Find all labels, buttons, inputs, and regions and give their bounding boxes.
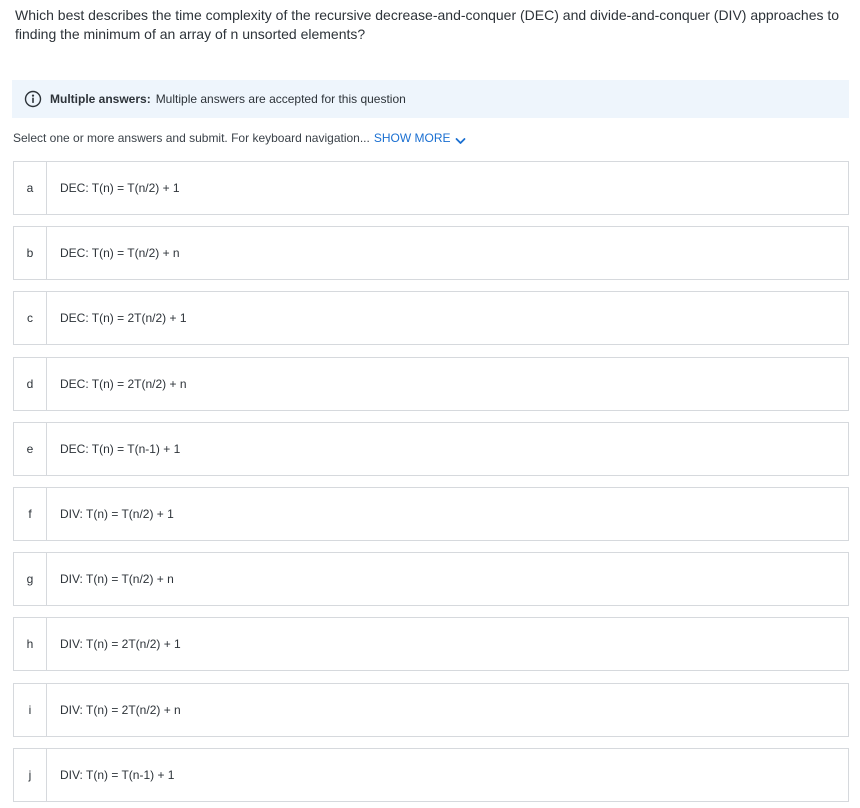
option-letter: e [14,423,47,475]
option-text: DEC: T(n) = T(n-1) + 1 [60,442,181,456]
instructions: Select one or more answers and submit. F… [13,131,466,145]
option-letter: j [14,749,47,801]
multiple-answers-notice: Multiple answers: Multiple answers are a… [12,80,849,118]
chevron-down-icon [455,134,466,144]
option-letter: g [14,553,47,605]
option-text: DIV: T(n) = T(n/2) + 1 [60,507,174,521]
notice-text: Multiple answers are accepted for this q… [155,92,406,106]
answer-option-h[interactable]: h DIV: T(n) = 2T(n/2) + 1 [13,617,849,671]
instructions-text: Select one or more answers and submit. F… [13,131,370,145]
question-text: Which best describes the time complexity… [15,7,840,42]
notice-label: Multiple answers: [50,92,151,106]
option-letter: f [14,488,47,540]
option-letter: h [14,618,47,670]
show-more-button[interactable]: SHOW MORE [374,131,466,145]
answer-option-c[interactable]: c DEC: T(n) = 2T(n/2) + 1 [13,291,849,345]
answer-option-d[interactable]: d DEC: T(n) = 2T(n/2) + n [13,357,849,411]
option-text: DEC: T(n) = T(n/2) + n [60,246,180,260]
answer-option-j[interactable]: j DIV: T(n) = T(n-1) + 1 [13,748,849,802]
answer-option-b[interactable]: b DEC: T(n) = T(n/2) + n [13,226,849,280]
option-text: DIV: T(n) = 2T(n/2) + 1 [60,637,181,651]
option-letter: c [14,292,47,344]
answer-option-g[interactable]: g DIV: T(n) = T(n/2) + n [13,552,849,606]
option-text: DIV: T(n) = 2T(n/2) + n [60,703,181,717]
show-more-label: SHOW MORE [373,131,451,145]
answer-option-e[interactable]: e DEC: T(n) = T(n-1) + 1 [13,422,849,476]
option-letter: b [14,227,47,279]
option-text: DEC: T(n) = T(n/2) + 1 [60,181,180,195]
answer-option-f[interactable]: f DIV: T(n) = T(n/2) + 1 [13,487,849,541]
option-text: DIV: T(n) = T(n-1) + 1 [60,768,175,782]
option-text: DEC: T(n) = 2T(n/2) + n [60,377,187,391]
option-text: DIV: T(n) = T(n/2) + n [60,572,174,586]
info-icon [24,90,42,108]
answer-option-a[interactable]: a DEC: T(n) = T(n/2) + 1 [13,161,849,215]
option-letter: i [14,684,47,736]
option-letter: a [14,162,47,214]
answer-option-i[interactable]: i DIV: T(n) = 2T(n/2) + n [13,683,849,737]
option-text: DEC: T(n) = 2T(n/2) + 1 [60,311,187,325]
option-letter: d [14,358,47,410]
